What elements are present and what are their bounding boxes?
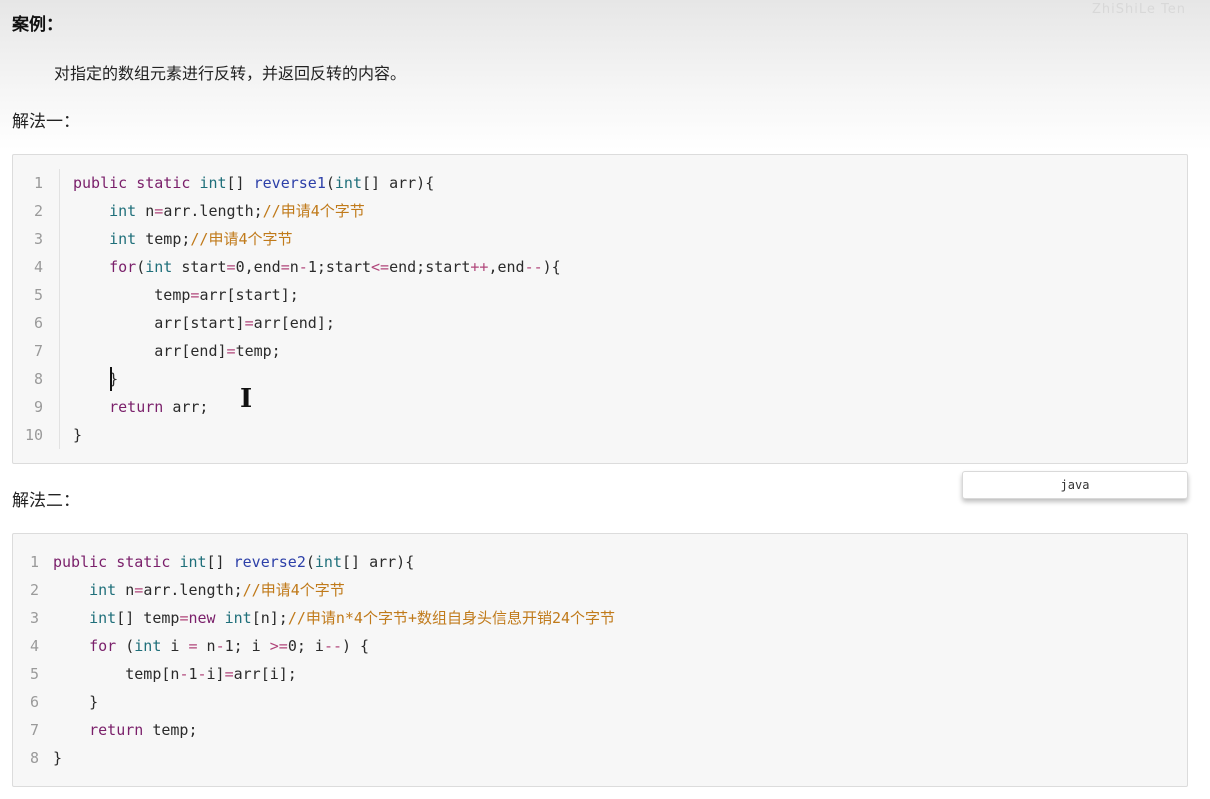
line-number: 8 <box>33 370 43 388</box>
method-two-title: 解法二： <box>12 491 80 511</box>
code-block-method-two[interactable]: 1 2 3 4 5 6 7 8 public static int[] reve… <box>12 533 1188 787</box>
line-number: 5 <box>33 286 43 304</box>
line-number: 10 <box>24 426 43 444</box>
code-line: int n=arr.length;//申请4个字节 <box>89 581 345 599</box>
code-line: return arr; <box>109 398 209 416</box>
code-content[interactable]: public static int[] reverse1(int[] arr){… <box>73 169 561 449</box>
line-number-gutter: 1 2 3 4 5 6 7 8 9 10 <box>13 169 60 449</box>
code-line: temp[n-1-i]=arr[i]; <box>125 665 297 683</box>
line-number: 6 <box>33 314 43 332</box>
code-language-label[interactable]: java <box>962 471 1188 499</box>
line-number: 4 <box>33 258 43 276</box>
line-number: 3 <box>33 230 43 248</box>
line-number: 7 <box>33 342 43 360</box>
watermark: ZhiShiLe Ten <box>1092 2 1186 17</box>
code-line: int n=arr.length;//申请4个字节 <box>109 202 365 220</box>
line-number: 1 <box>33 174 43 192</box>
case-title: 案例： <box>12 15 63 35</box>
code-line: for (int i = n-1; i >=0; i--) { <box>89 637 370 655</box>
code-block-method-one[interactable]: 1 2 3 4 5 6 7 8 9 10 public static int[]… <box>12 154 1188 464</box>
line-number: 9 <box>33 398 43 416</box>
code-line: int temp;//申请4个字节 <box>109 230 293 248</box>
code-line: } <box>53 749 63 767</box>
case-description: 对指定的数组元素进行反转，并返回反转的内容。 <box>54 64 407 83</box>
code-line: arr[start]=arr[end]; <box>154 314 335 332</box>
code-line: public static int[] reverse1(int[] arr){ <box>73 174 435 192</box>
code-line: } <box>73 426 83 444</box>
code-line: } <box>109 370 119 388</box>
code-line: temp=arr[start]; <box>154 286 299 304</box>
code-line: public static int[] reverse2(int[] arr){ <box>53 553 415 571</box>
code-line: arr[end]=temp; <box>154 342 281 360</box>
text-cursor <box>110 367 112 391</box>
mouse-ibeam-cursor-icon: I <box>240 384 253 414</box>
code-line: } <box>89 693 99 711</box>
line-number: 2 <box>33 202 43 220</box>
code-line: int[] temp=new int[n];//申请n*4个字节+数组自身头信息… <box>89 609 616 627</box>
method-one-title: 解法一： <box>12 112 80 132</box>
code-line: return temp; <box>89 721 198 739</box>
code-content[interactable]: public static int[] reverse2(int[] arr){… <box>53 548 615 772</box>
code-line: for(int start=0,end=n-1;start<=end;start… <box>109 258 561 276</box>
